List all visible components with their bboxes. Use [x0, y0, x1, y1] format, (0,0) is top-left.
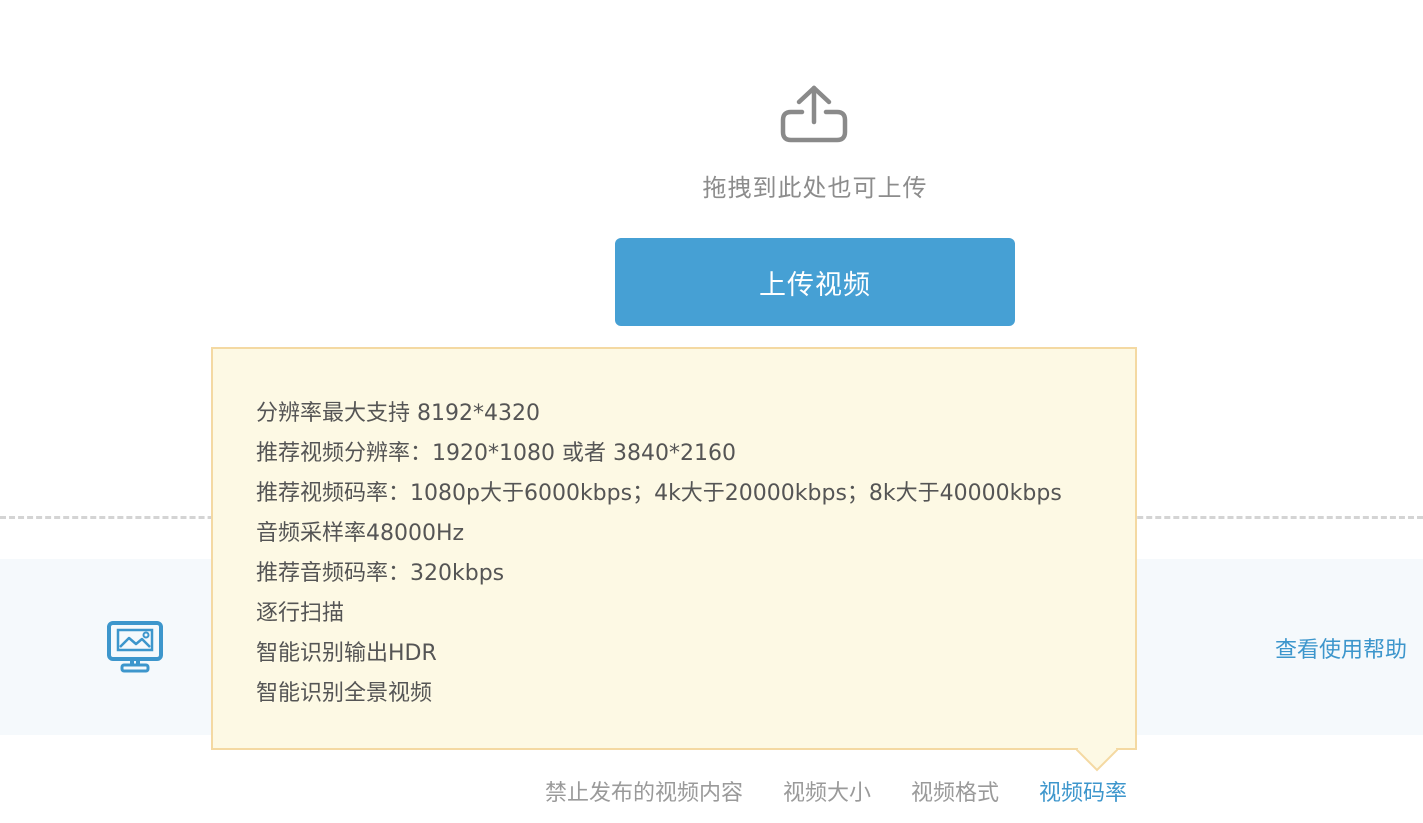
drag-drop-hint: 拖拽到此处也可上传 [702, 174, 928, 202]
tooltip-line: 推荐视频码率：1080p大于6000kbps；4k大于20000kbps；8k大… [256, 481, 1062, 506]
tooltip-line: 智能识别全景视频 [256, 681, 433, 706]
tooltip-line: 推荐音频码率：320kbps [256, 561, 505, 586]
tooltip-arrow [1076, 748, 1118, 772]
tooltip-line: 推荐视频分辨率：1920*1080 或者 3840*2160 [256, 441, 736, 466]
tab-video-format[interactable]: 视频格式 [911, 775, 999, 807]
tooltip-line: 逐行扫描 [256, 601, 345, 626]
upload-video-button[interactable]: 上传视频 [615, 238, 1015, 326]
tooltip-line: 智能识别输出HDR [256, 641, 437, 666]
spec-tabs: 禁止发布的视频内容 视频大小 视频格式 视频码率 [545, 775, 1127, 807]
tooltip-line: 音频采样率48000Hz [256, 521, 465, 546]
help-link[interactable]: 查看使用帮助 [1275, 632, 1407, 664]
upload-cloud-icon[interactable] [779, 84, 849, 144]
tab-video-size[interactable]: 视频大小 [783, 775, 871, 807]
monitor-image-icon [107, 621, 163, 673]
tab-video-bitrate[interactable]: 视频码率 [1039, 775, 1127, 807]
bitrate-tooltip: 分辨率最大支持 8192*4320 推荐视频分辨率：1920*1080 或者 3… [211, 347, 1137, 750]
upload-page: 拖拽到此处也可上传 上传视频 查看使用帮助 分辨率最大支持 8192*4320 … [0, 0, 1423, 823]
tooltip-line: 分辨率最大支持 8192*4320 [256, 401, 540, 426]
tab-prohibited-content[interactable]: 禁止发布的视频内容 [545, 775, 743, 807]
